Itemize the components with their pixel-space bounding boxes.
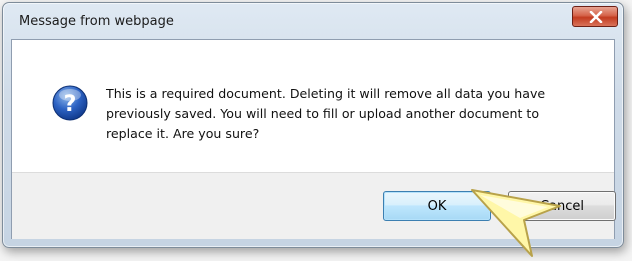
message-text: This is a required document. Deleting it…: [106, 84, 586, 144]
close-x-icon: [589, 11, 603, 23]
message-line: This is a required document. Deleting it…: [106, 86, 546, 101]
pointer-arrow-icon: [471, 189, 561, 257]
close-button[interactable]: [572, 6, 618, 27]
message-line: replace it. Are you sure?: [106, 126, 260, 141]
svg-text:?: ?: [64, 92, 77, 117]
question-icon: ?: [52, 85, 88, 121]
message-area: ? This is a required document. Deleting …: [12, 40, 614, 172]
dialog-title: Message from webpage: [19, 14, 174, 29]
message-line: previously saved. You will need to fill …: [106, 106, 540, 121]
